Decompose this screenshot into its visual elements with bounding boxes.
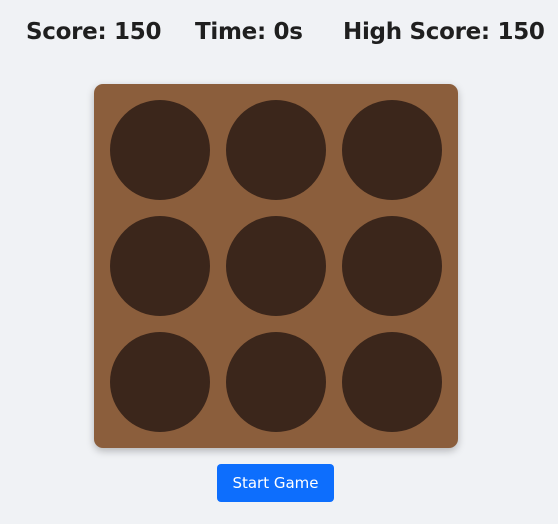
hole-3[interactable] bbox=[342, 100, 442, 200]
score-display: Score: 150 bbox=[26, 19, 162, 45]
hole-1[interactable] bbox=[110, 100, 210, 200]
high-score-display: High Score: 150 bbox=[343, 19, 545, 45]
stats-bar: Score: 150 Time: 0s High Score: 150 bbox=[0, 0, 558, 66]
hole-6[interactable] bbox=[342, 216, 442, 316]
game-board bbox=[94, 84, 458, 448]
start-game-button[interactable]: Start Game bbox=[217, 464, 334, 502]
hole-9[interactable] bbox=[342, 332, 442, 432]
timer-display: Time: 0s bbox=[195, 19, 303, 45]
hole-2[interactable] bbox=[226, 100, 326, 200]
hole-7[interactable] bbox=[110, 332, 210, 432]
hole-4[interactable] bbox=[110, 216, 210, 316]
hole-8[interactable] bbox=[226, 332, 326, 432]
hole-5[interactable] bbox=[226, 216, 326, 316]
